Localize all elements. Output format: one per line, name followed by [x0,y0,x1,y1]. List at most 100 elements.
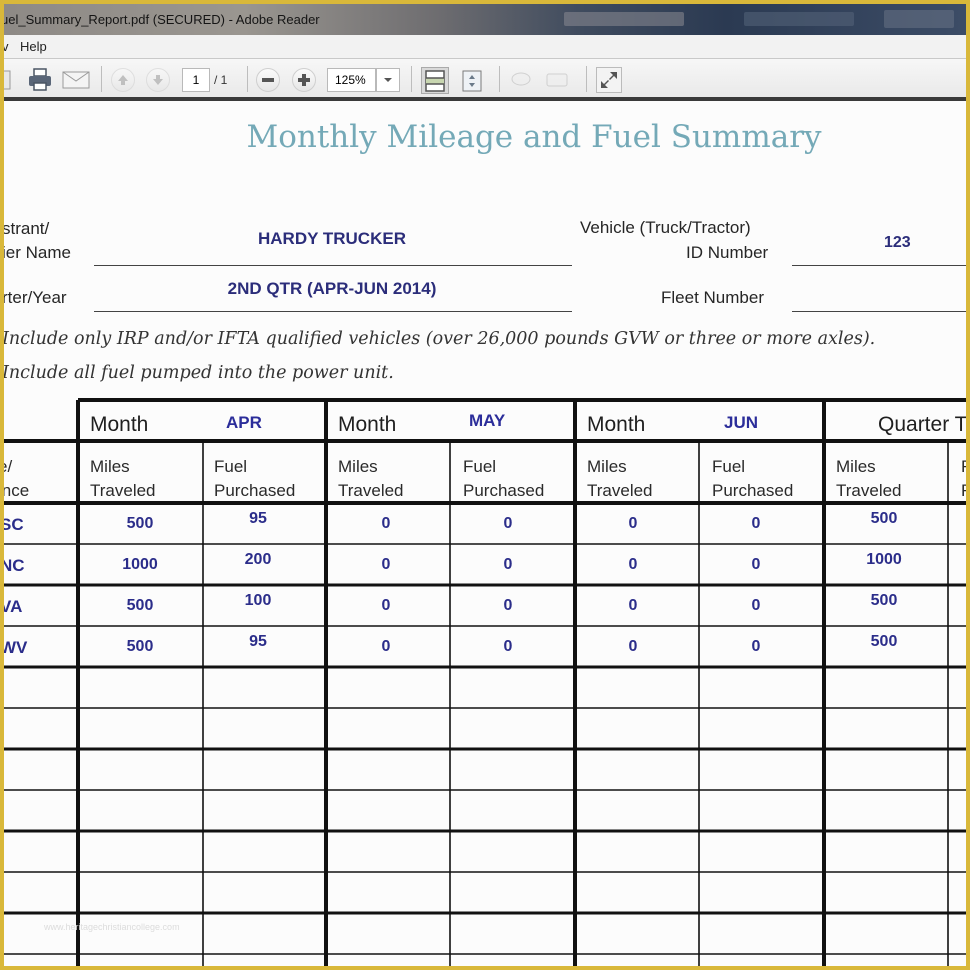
full-screen-button[interactable] [596,67,622,93]
apr-fuel-cell[interactable]: 200 [198,551,318,569]
fuel-purchased-header: Fuel [463,457,497,476]
miles-traveled-header: Miles [90,457,130,476]
jun-miles-cell[interactable]: 0 [573,638,693,656]
save-icon [4,70,11,90]
apr-miles-cell[interactable]: 500 [80,638,200,656]
watermark: www.heritagechristiancollege.com [44,922,180,932]
quarter-total-header: Quarter T [878,413,966,436]
miles-traveled-header: Miles [338,457,378,476]
month-label-may: Month [338,413,397,436]
toolbar: 1 / 1 125% [4,59,966,101]
menu-bar: v Help [4,35,966,59]
jurisdiction-cell[interactable]: VA [4,597,22,617]
month-label-jun: Month [587,413,646,436]
apr-miles-cell[interactable]: 500 [80,597,200,615]
toolbar-separator [586,66,587,92]
page-number-input[interactable]: 1 [182,68,210,92]
adobe-reader-window: uel_Summary_Report.pdf (SECURED) - Adobe… [4,4,966,966]
jun-fuel-cell[interactable]: 0 [696,597,816,615]
mileage-fuel-table-grid [4,398,966,966]
pdf-page: Monthly Mileage and Fuel Summary strant/… [4,101,966,966]
may-fuel-cell[interactable]: 0 [448,515,568,533]
fuel-purchased-header: F [961,479,966,503]
print-button[interactable] [26,67,54,93]
month-value-apr[interactable]: APR [226,413,262,433]
may-miles-cell[interactable]: 0 [326,597,446,615]
share-button[interactable] [545,70,569,90]
fuel-purchased-header: Purchased [712,481,794,500]
previous-page-icon [118,75,128,85]
comment-button[interactable] [510,70,532,90]
jun-fuel-cell[interactable]: 0 [696,556,816,574]
jun-fuel-cell[interactable]: 0 [696,638,816,656]
miles-traveled-header: Miles [836,457,876,476]
qtr-miles-cell[interactable]: 1000 [824,551,944,569]
miles-traveled-header: Traveled [587,481,653,500]
save-button[interactable] [4,68,14,92]
taskbar-item [564,12,684,26]
fit-page-icon [425,69,445,92]
jurisdiction-cell[interactable]: SC [4,515,24,535]
miles-traveled-header: Traveled [90,481,156,500]
qtr-miles-cell[interactable]: 500 [824,592,944,610]
apr-fuel-cell[interactable]: 95 [198,510,318,528]
next-page-button[interactable] [146,68,170,92]
full-screen-icon [601,72,617,88]
zoom-level-value: 125% [335,73,366,87]
may-fuel-cell[interactable]: 0 [448,638,568,656]
zoom-in-icon [298,74,310,86]
toolbar-separator [499,66,500,92]
fuel-purchased-header: Purchased [463,481,545,500]
jun-miles-cell[interactable]: 0 [573,556,693,574]
fit-page-button[interactable] [421,67,449,94]
menu-item-help[interactable]: Help [20,39,47,54]
fuel-purchased-header: F [961,455,966,479]
apr-miles-cell[interactable]: 1000 [80,556,200,574]
toolbar-separator [101,66,102,92]
fuel-purchased-header: Purchased [214,481,296,500]
zoom-out-icon [262,78,274,82]
month-value-jun[interactable]: JUN [724,413,758,433]
may-fuel-cell[interactable]: 0 [448,556,568,574]
month-value-may[interactable]: MAY [469,411,505,431]
may-fuel-cell[interactable]: 0 [448,597,568,615]
menu-item-view[interactable]: v [4,39,9,54]
email-button[interactable] [62,68,90,92]
email-icon [62,71,90,89]
title-bar: uel_Summary_Report.pdf (SECURED) - Adobe… [4,4,966,35]
page-total: / 1 [214,73,228,87]
apr-fuel-cell[interactable]: 95 [198,633,318,651]
print-icon [29,68,51,91]
fuel-purchased-header: Fuel [214,457,248,476]
jurisdiction-header-line1: e/ [4,457,13,476]
taskbar-item [884,10,954,28]
jurisdiction-cell[interactable]: NC [4,556,25,576]
miles-traveled-header: Traveled [338,481,404,500]
may-miles-cell[interactable]: 0 [326,556,446,574]
apr-miles-cell[interactable]: 500 [80,515,200,533]
fuel-purchased-header: Fuel [712,457,746,476]
apr-fuel-cell[interactable]: 100 [198,592,318,610]
month-label-apr: Month [90,413,149,436]
zoom-level-input[interactable]: 125% [327,68,376,92]
previous-page-button[interactable] [111,68,135,92]
qtr-miles-cell[interactable]: 500 [824,633,944,651]
share-icon [546,73,568,87]
zoom-out-button[interactable] [256,68,280,92]
toolbar-separator [247,66,248,92]
next-page-icon [153,75,163,85]
jun-miles-cell[interactable]: 0 [573,515,693,533]
qtr-miles-cell[interactable]: 500 [824,510,944,528]
jurisdiction-header-line2: ince [4,481,30,500]
jun-miles-cell[interactable]: 0 [573,597,693,615]
taskbar-item [744,12,854,26]
jun-fuel-cell[interactable]: 0 [696,515,816,533]
page-number-value: 1 [192,73,200,87]
miles-traveled-header: Traveled [836,481,902,500]
zoom-dropdown-button[interactable] [376,68,400,92]
fit-width-button[interactable] [459,67,485,94]
zoom-in-button[interactable] [292,68,316,92]
may-miles-cell[interactable]: 0 [326,638,446,656]
jurisdiction-cell[interactable]: WV [4,638,27,658]
may-miles-cell[interactable]: 0 [326,515,446,533]
